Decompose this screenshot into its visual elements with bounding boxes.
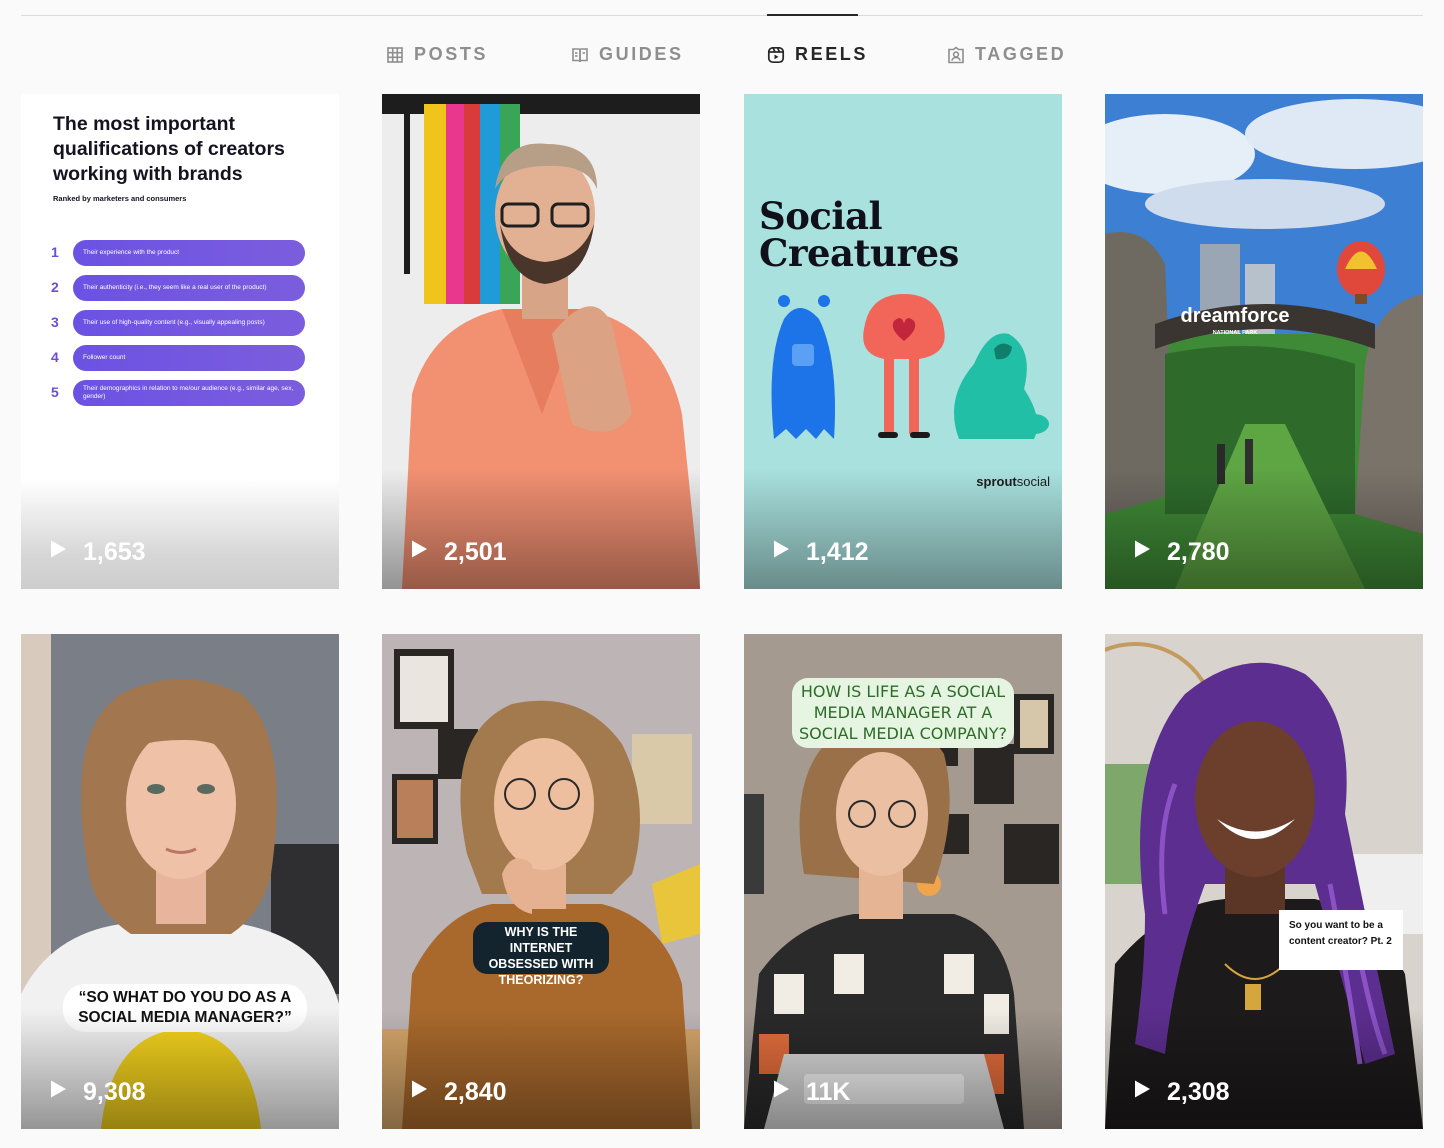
infographic-title: The most important qualifications of cre… xyxy=(53,113,285,185)
view-count: 1,653 xyxy=(47,538,146,567)
cover-title-line: Creatures xyxy=(759,231,959,275)
reel-tile[interactable]: So you want to be a content creator? Pt.… xyxy=(1105,634,1423,1129)
play-icon xyxy=(1131,1078,1153,1107)
view-count-label: 2,501 xyxy=(444,538,507,566)
tab-reels-label: REELS xyxy=(795,44,869,64)
view-count: 11K xyxy=(770,1078,850,1107)
view-count: 2,501 xyxy=(408,538,507,567)
tile-shade xyxy=(21,479,339,589)
creatures-illustration xyxy=(771,294,1049,439)
play-icon xyxy=(47,538,69,567)
tile-shade xyxy=(21,1009,339,1129)
reel-tile[interactable]: Social Creatures sproutsocial 1,412 xyxy=(744,94,1062,589)
reel-caption: So you want to be a content creator? Pt.… xyxy=(1279,910,1403,970)
dreamforce-sign: dreamforce xyxy=(1181,305,1290,327)
view-count-label: 11K xyxy=(806,1078,851,1106)
view-count: 2,308 xyxy=(1131,1078,1230,1107)
reel-tile[interactable]: 2,501 xyxy=(382,94,700,589)
infographic-subtitle: Ranked by marketers and consumers xyxy=(53,194,187,203)
play-icon xyxy=(408,538,430,567)
tab-tagged[interactable]: TAGGED xyxy=(947,44,1066,65)
rank-item: 5 Their demographics in relation to me/o… xyxy=(51,380,307,406)
tile-shade xyxy=(1105,469,1423,589)
reel-caption: HOW IS LIFE AS A SOCIAL MEDIA MANAGER AT… xyxy=(792,678,1014,748)
tab-guides[interactable]: GUIDES xyxy=(571,44,684,65)
cover-title: Social Creatures xyxy=(759,198,959,272)
tile-shade xyxy=(382,469,700,589)
reel-tile[interactable]: dreamforce NATIONAL PARK 2,780 xyxy=(1105,94,1423,589)
profile-tabs: POSTS GUIDES REELS TAGGED xyxy=(0,44,1444,68)
reel-tile[interactable]: HOW IS LIFE AS A SOCIAL MEDIA MANAGER AT… xyxy=(744,634,1062,1129)
view-count-label: 1,412 xyxy=(806,538,869,566)
view-count-label: 1,653 xyxy=(83,538,146,566)
tile-shade xyxy=(744,469,1062,589)
rank-label: Their experience with the product xyxy=(73,240,305,266)
rank-item: 2 Their authenticity (i.e., they seem li… xyxy=(51,275,307,301)
rank-number: 5 xyxy=(51,384,59,400)
reel-tile[interactable]: WHY IS THE INTERNET OBSESSED WITH THEORI… xyxy=(382,634,700,1129)
grid-icon xyxy=(386,46,404,64)
tile-shade xyxy=(1105,1009,1423,1129)
tab-tagged-label: TAGGED xyxy=(975,44,1067,64)
reel-caption: WHY IS THE INTERNET OBSESSED WITH THEORI… xyxy=(473,922,609,987)
tagged-icon xyxy=(947,45,965,64)
rank-label: Their demographics in relation to me/our… xyxy=(73,380,305,406)
rank-item: 4 Follower count xyxy=(51,345,307,371)
rank-label: Follower count xyxy=(73,345,305,371)
tab-guides-label: GUIDES xyxy=(599,44,684,64)
tile-shade xyxy=(744,1009,1062,1129)
reel-tile[interactable]: “SO WHAT DO YOU DO AS A SOCIAL MEDIA MAN… xyxy=(21,634,339,1129)
rank-number: 4 xyxy=(51,349,59,365)
view-count-label: 2,840 xyxy=(444,1078,507,1106)
rank-label: Their use of high-quality content (e.g.,… xyxy=(73,310,305,336)
reel-tile[interactable]: The most important qualifications of cre… xyxy=(21,94,339,589)
guide-icon xyxy=(571,46,589,64)
view-count: 9,308 xyxy=(47,1078,146,1107)
view-count: 1,412 xyxy=(770,538,869,567)
view-count: 2,840 xyxy=(408,1078,507,1107)
play-icon xyxy=(1131,538,1153,567)
play-icon xyxy=(770,538,792,567)
rank-item: 1 Their experience with the product xyxy=(51,240,307,266)
play-icon xyxy=(47,1078,69,1107)
dreamforce-subsign: NATIONAL PARK xyxy=(1213,330,1258,336)
rank-number: 1 xyxy=(51,244,59,260)
tab-posts-label: POSTS xyxy=(414,44,489,64)
rank-item: 3 Their use of high-quality content (e.g… xyxy=(51,310,307,336)
cover-title-line: Social xyxy=(759,194,883,238)
rank-number: 2 xyxy=(51,279,59,295)
view-count: 2,780 xyxy=(1131,538,1230,567)
view-count-label: 2,780 xyxy=(1167,538,1230,566)
view-count-label: 2,308 xyxy=(1167,1078,1230,1106)
tile-shade xyxy=(382,1009,700,1129)
active-tab-indicator xyxy=(767,14,858,16)
tab-posts[interactable]: POSTS xyxy=(386,44,488,65)
view-count-label: 9,308 xyxy=(83,1078,146,1106)
reels-icon xyxy=(767,46,785,64)
play-icon xyxy=(770,1078,792,1107)
tab-reels[interactable]: REELS xyxy=(767,44,868,65)
rank-label: Their authenticity (i.e., they seem like… xyxy=(73,275,305,301)
play-icon xyxy=(408,1078,430,1107)
profile-divider xyxy=(21,15,1423,16)
rank-number: 3 xyxy=(51,314,59,330)
